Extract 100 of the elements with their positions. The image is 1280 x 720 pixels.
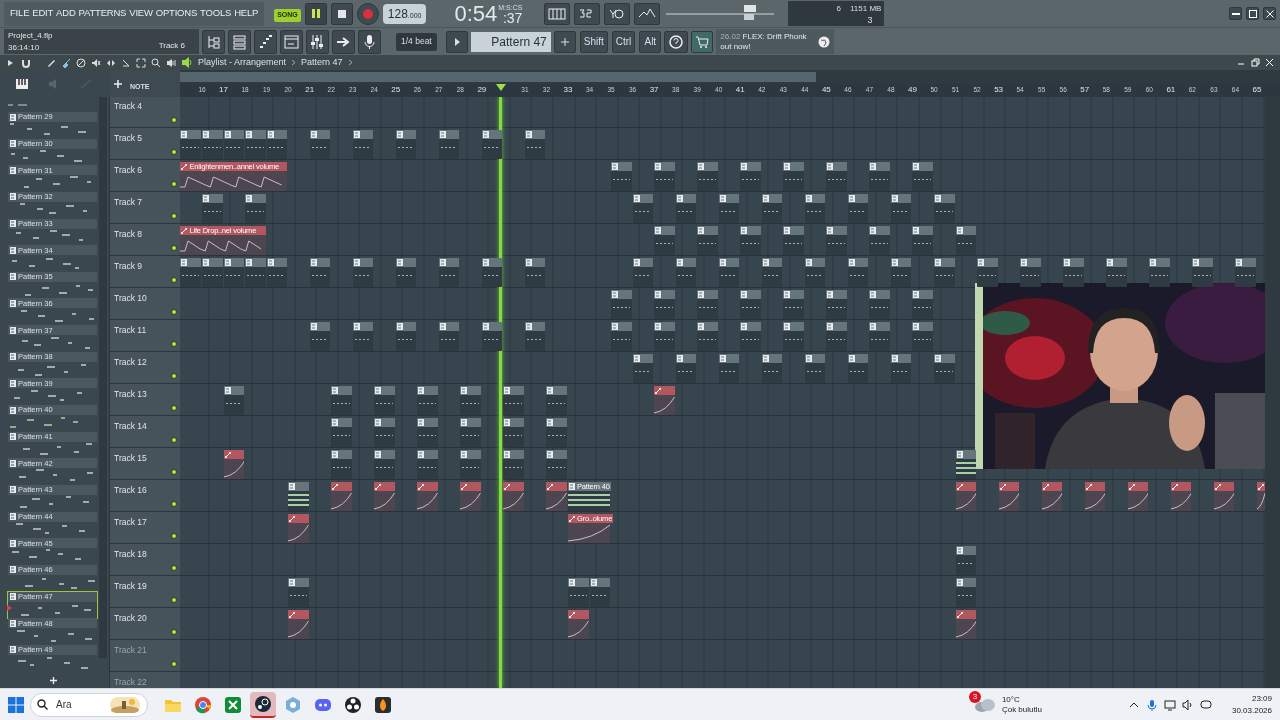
pattern-clip[interactable]	[589, 578, 611, 607]
volume-icon[interactable]	[1181, 698, 1194, 711]
pattern-clip[interactable]	[740, 322, 761, 351]
pattern-clip[interactable]	[481, 130, 503, 159]
scrollbar[interactable]	[99, 97, 107, 658]
automation-clip[interactable]	[1041, 482, 1063, 511]
pattern-clip[interactable]	[869, 226, 890, 255]
cart-button[interactable]	[691, 30, 714, 53]
pattern-clip[interactable]	[869, 162, 890, 191]
tree-button[interactable]	[202, 29, 225, 54]
pattern-clip[interactable]	[912, 290, 933, 319]
pattern-clip[interactable]	[503, 386, 524, 415]
pattern-clip[interactable]	[266, 130, 288, 159]
automation-clip[interactable]	[288, 610, 309, 639]
pattern-clip[interactable]	[1020, 258, 1041, 287]
pattern-clip[interactable]	[847, 354, 869, 383]
track-led[interactable]	[171, 277, 177, 283]
pattern-clip[interactable]	[309, 130, 331, 159]
snap-selector[interactable]: 1/4 beat	[396, 32, 437, 51]
bars-button[interactable]	[254, 29, 277, 54]
pattern-clip[interactable]	[417, 418, 438, 447]
slice-icon[interactable]	[121, 57, 131, 68]
pattern-clip[interactable]	[245, 194, 266, 223]
pattern-clip[interactable]	[481, 322, 503, 351]
clock-time[interactable]: 23:09	[1231, 693, 1272, 705]
search-field[interactable]: Ara	[54, 696, 104, 713]
pattern-clip[interactable]	[740, 162, 761, 191]
speaker-icon[interactable]	[181, 57, 193, 68]
track-led[interactable]	[171, 341, 177, 347]
stop-button[interactable]	[330, 2, 353, 25]
news-panel[interactable]: 26.02 FLEX: Drift Phonk out now!	[716, 29, 835, 54]
brush-icon[interactable]	[61, 57, 71, 68]
pattern-clip[interactable]	[632, 194, 654, 223]
pattern-clip[interactable]	[374, 386, 395, 415]
pattern-clip[interactable]	[1235, 258, 1256, 287]
pattern-clip[interactable]	[524, 322, 546, 351]
pattern-clip[interactable]	[718, 258, 740, 287]
search-box[interactable]: Ara	[30, 692, 148, 717]
plus-icon[interactable]	[114, 79, 122, 88]
track-led[interactable]	[171, 149, 177, 155]
menu-item[interactable]: OPTIONS	[155, 6, 198, 21]
maximize-button[interactable]	[1246, 7, 1259, 20]
monitor-icon[interactable]	[1163, 698, 1176, 711]
pattern-clip[interactable]	[1149, 258, 1170, 287]
pattern-clip[interactable]	[546, 418, 567, 447]
magnet-icon[interactable]	[21, 57, 31, 68]
pattern-clip[interactable]	[654, 290, 675, 319]
automation-clip[interactable]	[374, 482, 395, 511]
pattern-clip[interactable]	[977, 258, 998, 287]
pattern-clip[interactable]	[697, 290, 718, 319]
automation-clip[interactable]	[654, 386, 675, 415]
pattern-clip[interactable]	[438, 258, 460, 287]
pattern-clip[interactable]	[438, 322, 460, 351]
pattern-clip[interactable]	[955, 450, 977, 479]
pencil-icon[interactable]	[46, 57, 56, 68]
pattern-clip[interactable]	[890, 354, 912, 383]
pattern-clip[interactable]	[245, 130, 266, 159]
arrow-button[interactable]	[332, 29, 355, 54]
play-pause-button[interactable]	[304, 2, 327, 25]
pattern-clip[interactable]	[826, 290, 847, 319]
pattern-clip[interactable]	[546, 450, 567, 479]
track-led[interactable]	[171, 245, 177, 251]
pattern-clip[interactable]	[611, 290, 632, 319]
modifier-key[interactable]: Alt	[639, 30, 662, 53]
prohibited-icon[interactable]	[76, 57, 86, 68]
pattern-clip[interactable]	[869, 322, 890, 351]
automation-clip[interactable]	[460, 482, 481, 511]
pattern-clip[interactable]	[460, 450, 481, 479]
automation-clip[interactable]	[546, 482, 567, 511]
piano-icon[interactable]	[16, 78, 28, 89]
track-led[interactable]	[171, 469, 177, 475]
pattern-clip[interactable]	[223, 258, 245, 287]
loop-button[interactable]	[604, 2, 631, 25]
track-led[interactable]	[171, 181, 177, 187]
pattern-clip[interactable]	[783, 290, 804, 319]
pattern-clip[interactable]	[934, 258, 955, 287]
pattern-clip[interactable]	[718, 194, 740, 223]
pattern-clip[interactable]	[1106, 258, 1127, 287]
track-led[interactable]	[171, 437, 177, 443]
pattern-clip[interactable]	[352, 130, 374, 159]
automation-clip[interactable]	[1084, 482, 1106, 511]
automation-clip[interactable]	[998, 482, 1020, 511]
pattern-clip[interactable]	[955, 226, 977, 255]
restore-icon[interactable]	[1251, 58, 1260, 67]
pattern-clip[interactable]	[654, 322, 675, 351]
pattern-clip[interactable]	[912, 162, 933, 191]
microphone-button[interactable]	[358, 29, 381, 54]
pattern-clip[interactable]	[934, 194, 955, 223]
pattern-clip[interactable]	[374, 450, 395, 479]
pattern-clip[interactable]	[632, 354, 654, 383]
pattern-clip[interactable]	[675, 258, 697, 287]
pattern-clip[interactable]	[395, 258, 417, 287]
pattern-clip[interactable]	[245, 258, 266, 287]
pattern-clip[interactable]	[417, 450, 438, 479]
automation-clip[interactable]	[955, 610, 977, 639]
pattern-clip[interactable]	[912, 226, 933, 255]
modifier-key[interactable]: Ctrl	[611, 30, 636, 53]
pattern-clip[interactable]	[697, 322, 718, 351]
track-led[interactable]	[171, 213, 177, 219]
minimize-button[interactable]	[1229, 7, 1242, 20]
